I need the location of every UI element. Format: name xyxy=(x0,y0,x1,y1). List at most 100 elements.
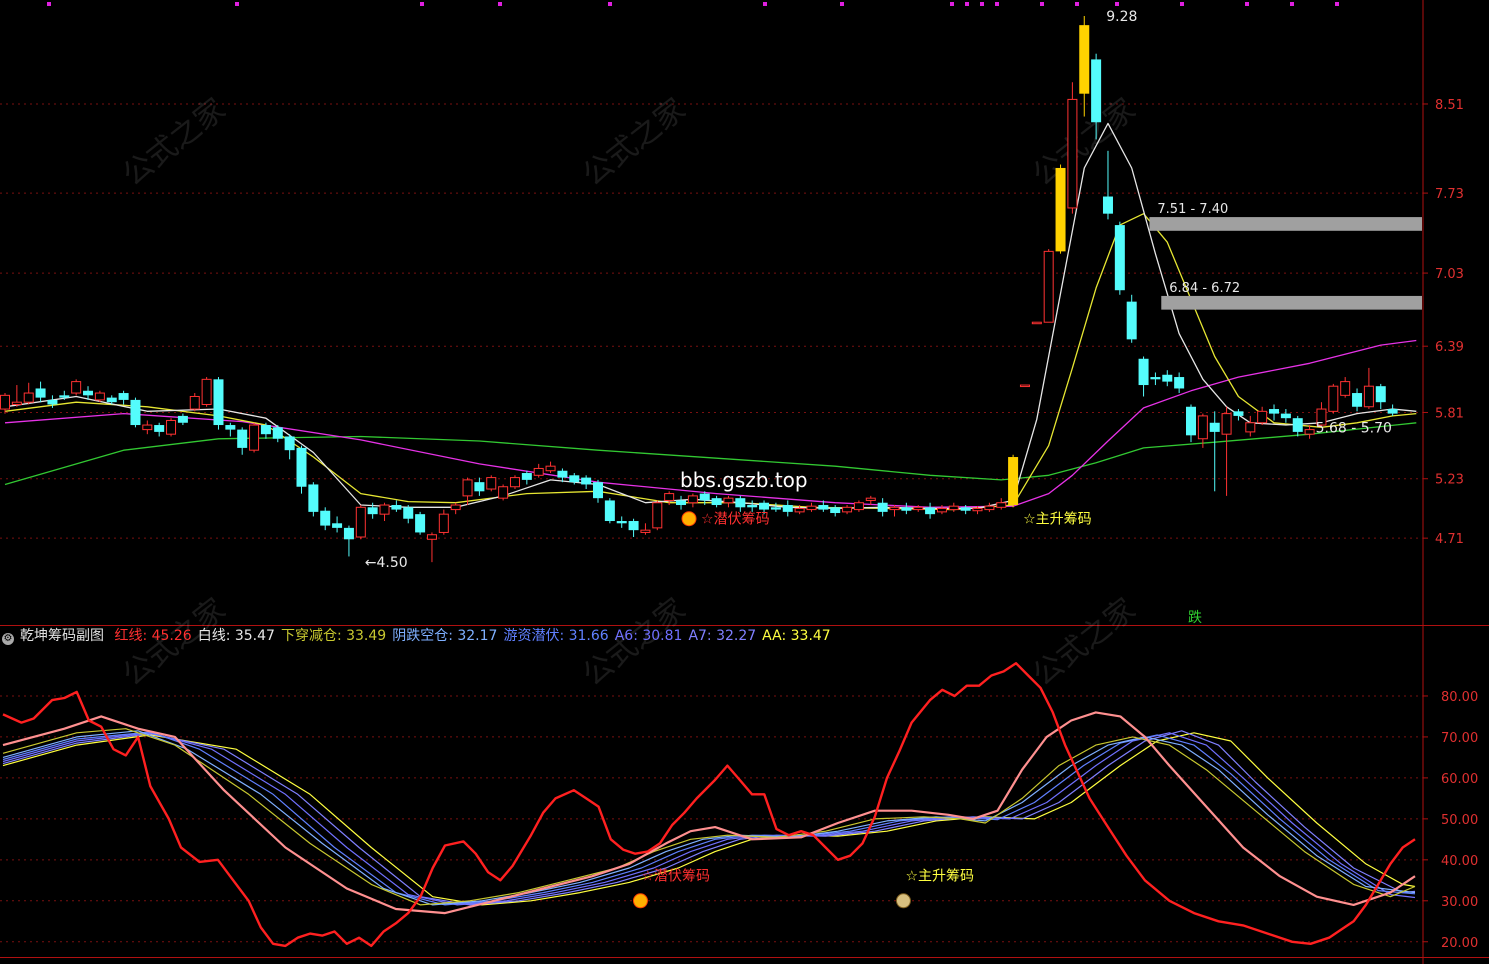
y-tick-label: 7.73 xyxy=(1435,187,1464,202)
stock-chart[interactable]: 4.71 5.23 5.81 6.39 7.03 7.73 8.51 20.00 30.00 40… xyxy=(0,0,1489,964)
candle-body xyxy=(35,388,46,398)
signal-up-icon xyxy=(632,893,648,909)
gear-icon[interactable]: ⚙ xyxy=(2,633,14,645)
candle-body xyxy=(1008,457,1019,506)
time-marker xyxy=(840,2,844,6)
candle-body xyxy=(213,379,224,426)
candle-body xyxy=(699,493,710,501)
candle-body xyxy=(130,399,141,426)
signal-label: ☆主升筹码 xyxy=(905,867,974,884)
time-marker xyxy=(235,2,239,6)
candle-body xyxy=(830,507,841,514)
candle-body xyxy=(1019,384,1030,388)
candle-body xyxy=(1126,301,1137,340)
time-marker xyxy=(1075,2,1079,6)
y-tick-label: 30.00 xyxy=(1441,895,1478,910)
resistance-zone xyxy=(1161,295,1422,310)
candle-body xyxy=(948,505,959,511)
candle-body xyxy=(106,397,117,403)
watermark-logo: 公式之家 xyxy=(576,92,692,193)
time-marker xyxy=(1290,2,1294,6)
signal-label: ☆潜伏筹码 xyxy=(641,867,710,884)
candle-body xyxy=(759,502,770,510)
candle-body xyxy=(1138,358,1149,386)
candle-body xyxy=(47,399,58,405)
candle-body xyxy=(1292,418,1303,432)
candle-body xyxy=(1304,429,1315,435)
zone-label: 7.51 - 7.40 xyxy=(1157,202,1228,217)
candle-body xyxy=(1114,225,1125,291)
candle-body xyxy=(913,506,924,511)
candle-body xyxy=(1055,167,1066,252)
fall-marker: 跌 xyxy=(1188,610,1202,626)
candle-body xyxy=(521,473,532,480)
indicator-value: AA: 33.47 xyxy=(762,628,831,644)
indicator-value: 游资潜伏: 31.66 xyxy=(503,628,609,644)
candle-body xyxy=(379,504,390,515)
candle-body xyxy=(391,505,402,510)
candle-body xyxy=(865,497,876,501)
candle-body xyxy=(83,390,94,396)
watermark-logo: 公式之家 xyxy=(116,92,232,193)
candle-body xyxy=(177,415,188,423)
candle-body xyxy=(1043,250,1054,323)
indicator-value: 阴跌空仓: 32.17 xyxy=(392,628,498,644)
candle-body xyxy=(272,427,283,439)
candle-body xyxy=(1328,385,1339,412)
candle-body xyxy=(225,425,236,430)
candle-body xyxy=(486,477,497,490)
candle-body xyxy=(1150,377,1161,380)
ma-line-yellow xyxy=(4,213,1417,511)
candle-body xyxy=(616,521,627,524)
candle-body xyxy=(1197,415,1208,440)
candle-body xyxy=(770,507,781,510)
candle-body xyxy=(343,527,354,540)
price-label: 9.28 xyxy=(1106,9,1137,25)
time-marker xyxy=(763,2,767,6)
candle-body xyxy=(142,424,153,431)
zone-label: 6.84 - 6.72 xyxy=(1169,281,1240,296)
candle-body xyxy=(438,513,449,533)
candle-body xyxy=(189,395,200,410)
resistance-zone xyxy=(1149,217,1422,231)
time-marker xyxy=(1245,2,1249,6)
time-marker xyxy=(420,2,424,6)
price-label: ☆主升筹码 xyxy=(1023,511,1092,528)
candle-body xyxy=(1269,409,1280,414)
candle-body xyxy=(1209,422,1220,432)
candle-body xyxy=(984,505,995,511)
candle-body xyxy=(735,498,746,508)
candle-body xyxy=(1280,413,1291,419)
candle-body xyxy=(462,479,473,497)
candle-body xyxy=(1221,413,1232,435)
candle-body xyxy=(1091,59,1102,123)
candle-body xyxy=(960,507,971,511)
candle-body xyxy=(201,378,212,405)
candle-body xyxy=(1352,393,1363,407)
candle-body xyxy=(498,486,509,499)
candle-body xyxy=(723,497,734,504)
candle-body xyxy=(853,502,864,511)
y-tick-label: 5.23 xyxy=(1435,473,1464,488)
price-label: ←4.50 xyxy=(365,555,408,571)
candle-body xyxy=(308,484,319,512)
candle-body xyxy=(842,506,853,513)
time-marker xyxy=(980,2,984,6)
candle-body xyxy=(901,507,912,511)
y-tick-label: 40.00 xyxy=(1441,854,1478,869)
indicator-value: 红线: 45.26 xyxy=(114,628,192,644)
candle-body xyxy=(782,505,793,512)
y-tick-label: 6.39 xyxy=(1435,340,1464,355)
candle-body xyxy=(1245,422,1256,433)
indicator-value: A7: 32.27 xyxy=(688,628,757,644)
y-tick-label: 50.00 xyxy=(1441,813,1478,828)
candle-body xyxy=(1363,385,1374,408)
candle-body xyxy=(925,507,936,515)
candle-body xyxy=(450,504,461,511)
candle-body xyxy=(11,401,22,405)
candle-body xyxy=(1375,386,1386,403)
time-marker xyxy=(965,2,969,6)
candle-body xyxy=(747,505,758,508)
indicator-title-bar: ⚙ 乾坤筹码副图 红线: 45.26 白线: 35.47 下穿减仓: 33.49 阴跌空… xyxy=(0,626,843,646)
indicator-name[interactable]: 乾坤筹码副图 xyxy=(20,628,104,644)
